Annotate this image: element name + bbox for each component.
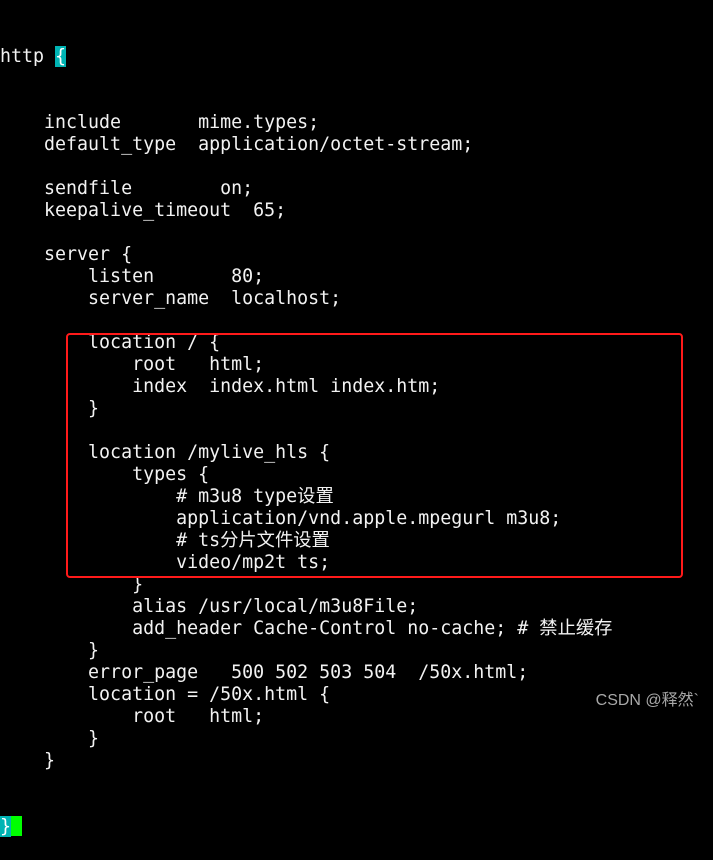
code-line: } [0,728,100,749]
matched-brace: { [55,46,67,67]
code-line: keepalive_timeout 65; [0,200,287,221]
code-line: } [0,816,612,838]
code-line: server { [0,244,133,265]
code-line: sendfile on; [0,178,254,199]
text-cursor [11,816,23,836]
code-line: http { [0,46,612,68]
code-line: alias /usr/local/m3u8File; [0,596,419,617]
code-line: } [0,640,100,661]
code-line: add_header Cache-Control no-cache; # 禁止缓… [0,618,613,639]
code-line: location = /50x.html { [0,684,331,705]
code-line: default_type application/octet-stream; [0,134,474,155]
code-text: http [0,46,56,67]
code-line: error_page 500 502 503 504 /50x.html; [0,662,529,683]
watermark: CSDN @释然` [595,692,699,709]
highlight-annotation-box [66,333,683,578]
matched-brace: } [0,816,12,837]
code-line: root html; [0,706,265,727]
code-line: include mime.types; [0,112,320,133]
code-line: listen 80; [0,266,265,287]
code-line: } [0,750,56,771]
code-line: server_name localhost; [0,288,342,309]
